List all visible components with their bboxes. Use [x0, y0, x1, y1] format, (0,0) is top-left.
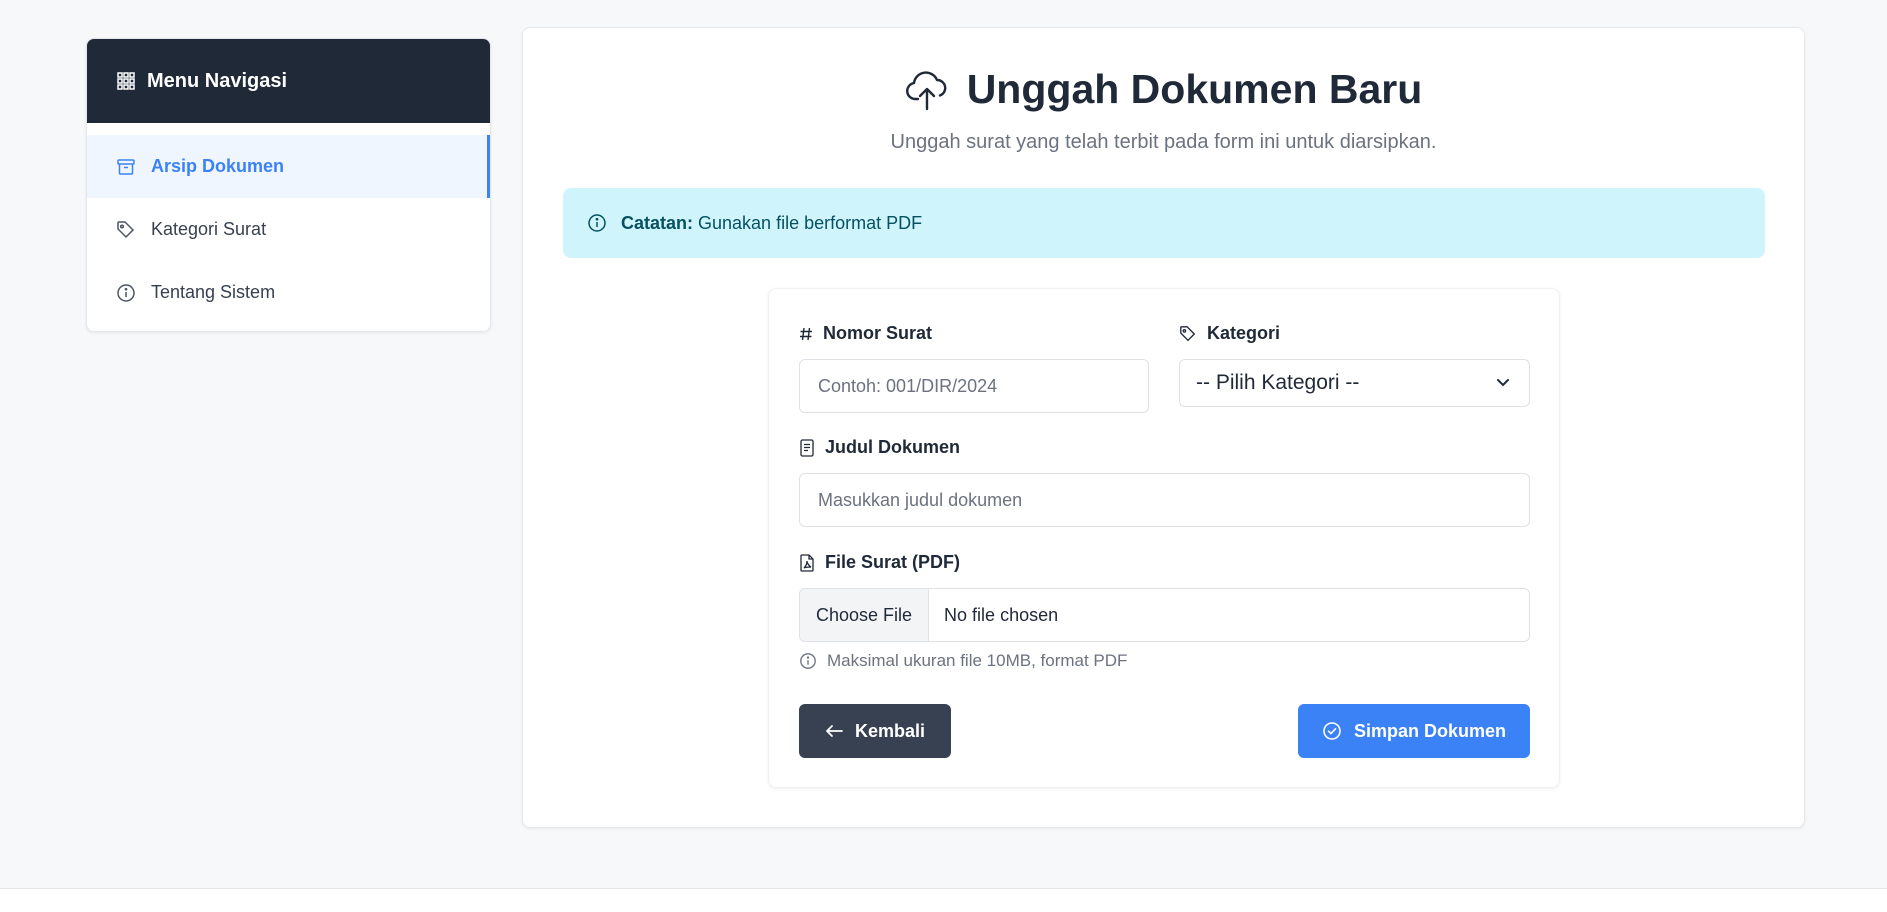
sidebar-item-tentang-sistem[interactable]: Tentang Sistem: [87, 261, 490, 324]
chevron-down-icon: [1495, 374, 1511, 390]
page-subtitle: Unggah surat yang telah terbit pada form…: [890, 131, 1437, 153]
sidebar-item-label: Kategori Surat: [151, 219, 267, 239]
choose-file-button[interactable]: Choose File: [800, 589, 930, 641]
sidebar-menu: Arsip Dokumen Kategori Surat Tentang Sis…: [87, 123, 490, 324]
judul-dokumen-label: Judul Dokumen: [799, 437, 960, 458]
check-circle-icon: [1322, 721, 1342, 741]
info-icon: [116, 283, 136, 303]
file-status: No file chosen: [944, 604, 1059, 625]
archive-icon: [116, 157, 136, 177]
nomor-surat-label: Nomor Surat: [799, 323, 932, 344]
judul-dokumen-input[interactable]: [799, 473, 1530, 527]
sidebar: Menu Navigasi Arsip Dokumen Kategori Sur…: [86, 38, 491, 332]
kategori-selected: -- Pilih Kategori --: [1196, 371, 1360, 394]
footer: [0, 888, 1887, 912]
nomor-surat-input[interactable]: [799, 359, 1149, 413]
file-pdf-icon: [799, 553, 815, 572]
page-header: Unggah Dokumen Baru: [523, 66, 1804, 113]
arrow-left-icon: [825, 724, 843, 738]
page-title: Unggah Dokumen Baru: [966, 66, 1423, 112]
kategori-label: Kategori: [1179, 323, 1280, 344]
sidebar-header: Menu Navigasi: [87, 39, 490, 123]
info-icon: [799, 652, 817, 670]
alert-label: Catatan:: [621, 212, 694, 233]
cloud-upload-icon: [905, 69, 949, 111]
hash-icon: [799, 326, 813, 342]
info-alert: Catatan: Gunakan file berformat PDF: [563, 188, 1765, 258]
sidebar-item-kategori-surat[interactable]: Kategori Surat: [87, 198, 490, 261]
upload-form: Nomor Surat Kategori -- Pilih Kategori -…: [768, 288, 1560, 788]
tag-icon: [116, 220, 136, 240]
file-input[interactable]: Choose File No file chosen: [799, 588, 1530, 642]
file-surat-label: File Surat (PDF): [799, 552, 960, 573]
back-button[interactable]: Kembali: [799, 704, 951, 758]
grid-icon: [117, 72, 135, 90]
alert-text: Gunakan file berformat PDF: [698, 212, 923, 233]
file-help-text: Maksimal ukuran file 10MB, format PDF: [799, 651, 1127, 671]
sidebar-item-label: Arsip Dokumen: [151, 156, 285, 176]
save-document-button[interactable]: Simpan Dokumen: [1298, 704, 1530, 758]
sidebar-title: Menu Navigasi: [147, 69, 288, 92]
tag-icon: [1179, 325, 1197, 343]
sidebar-item-label: Tentang Sistem: [151, 282, 276, 302]
document-icon: [799, 438, 815, 457]
kategori-select[interactable]: -- Pilih Kategori --: [1179, 359, 1530, 407]
main-card: Unggah Dokumen Baru Unggah surat yang te…: [522, 27, 1805, 828]
sidebar-item-arsip-dokumen[interactable]: Arsip Dokumen: [87, 135, 490, 198]
info-icon: [587, 213, 607, 233]
